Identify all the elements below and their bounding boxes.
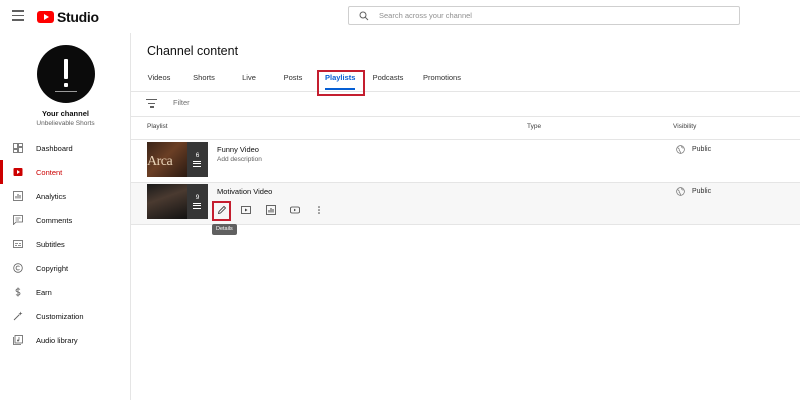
channel-name: Unbelievable Shorts [36,120,95,127]
sidebar-item-label: Copyright [36,263,69,273]
column-type[interactable]: Type [527,123,541,130]
sidebar-item-content[interactable]: Content [0,160,130,184]
tab-live[interactable]: Live [241,68,257,92]
globe-icon [676,145,685,154]
sidebar-item-label: Audio library [36,335,78,345]
sidebar-nav: Dashboard Content Analytics Comments Sub… [0,136,130,352]
youtube-logo-icon [37,11,54,23]
tab-posts[interactable]: Posts [283,68,303,92]
playlist-thumbnail[interactable]: 9 [147,184,208,219]
filter-icon[interactable] [146,99,157,109]
sidebar-item-analytics[interactable]: Analytics [0,184,130,208]
sidebar-item-comments[interactable]: Comments [0,208,130,232]
dollar-icon [12,287,23,298]
sidebar: Your channel Unbelievable Shorts Dashboa… [0,33,131,400]
avatar-caption-mark [55,91,77,92]
table-row[interactable]: Arca 6 Funny Video Add description Publi… [131,141,800,183]
filter-input[interactable] [173,98,473,107]
sidebar-item-label: Customization [36,311,84,321]
logo-text: Studio [57,9,99,25]
visibility-status[interactable]: Public [676,187,711,196]
visibility-label: Public [692,188,712,195]
menu-icon[interactable] [12,10,24,21]
playlist-title[interactable]: Motivation Video [217,187,272,196]
analytics-button[interactable] [264,203,278,217]
youtube-icon [290,206,300,214]
video-count: 9 [195,194,200,201]
thumbnail-image [147,184,187,219]
channel-avatar[interactable] [37,45,95,103]
thumbnail-text: Arca [147,154,173,169]
content-tabs: Videos Shorts Live Posts Playlists Podca… [131,68,800,96]
play-all-button[interactable] [239,203,253,217]
copyright-icon [12,263,23,274]
view-on-youtube-button[interactable] [288,203,302,217]
sidebar-item-copyright[interactable]: Copyright [0,256,130,280]
tab-shorts[interactable]: Shorts [192,68,216,92]
thumbnail-image: Arca [147,142,187,177]
sidebar-item-label: Comments [36,215,73,225]
tab-podcasts[interactable]: Podcasts [372,68,404,92]
analytics-icon [266,205,276,215]
content-icon [12,167,23,178]
playlist-count-overlay: 9 [187,184,208,219]
playlist-icon [193,203,201,209]
studio-logo[interactable]: Studio [37,9,99,25]
top-bar: Studio [0,0,800,33]
dashboard-icon [12,143,23,154]
sidebar-item-label: Analytics [36,191,67,201]
active-tab-indicator [325,88,355,90]
subtitles-icon [12,239,23,250]
table-row[interactable]: 9 Motivation Video Public [131,183,800,225]
sidebar-item-label: Dashboard [36,143,73,153]
avatar-exclamation-dot [64,83,68,87]
column-playlist[interactable]: Playlist [147,123,168,130]
sidebar-item-audio-library[interactable]: Audio library [0,328,130,352]
playlist-count-overlay: 6 [187,142,208,177]
sidebar-item-label: Earn [36,287,52,297]
tab-videos[interactable]: Videos [147,68,171,92]
main-content: Channel content Videos Shorts Live Posts… [131,33,800,400]
playlist-icon [193,161,201,167]
playlist-thumbnail[interactable]: Arca 6 [147,142,208,177]
search-box[interactable] [348,6,740,25]
more-options-button[interactable] [312,203,326,217]
video-count: 6 [195,152,200,159]
search-icon [359,11,369,20]
sidebar-item-label: Content [36,167,63,177]
more-vert-icon [318,206,320,214]
comments-icon [12,215,23,226]
search-input[interactable] [379,11,719,20]
playlist-description[interactable]: Add description [217,156,262,163]
globe-icon [676,187,685,196]
sidebar-item-dashboard[interactable]: Dashboard [0,136,130,160]
playlist-play-icon [241,206,251,214]
sidebar-item-earn[interactable]: Earn [0,280,130,304]
pencil-icon [217,205,227,215]
sidebar-item-subtitles[interactable]: Subtitles [0,232,130,256]
details-button[interactable] [215,203,229,217]
magic-wand-icon [12,311,23,322]
details-tooltip: Details [212,224,237,235]
filter-bar [131,93,800,117]
playlist-title[interactable]: Funny Video [217,145,259,154]
visibility-label: Public [692,146,712,153]
analytics-icon [12,191,23,202]
your-channel-label: Your channel [42,109,89,118]
table-header: Playlist Type Visibility [131,118,800,140]
sidebar-item-customization[interactable]: Customization [0,304,130,328]
tab-promotions[interactable]: Promotions [422,68,462,92]
page-title: Channel content [147,44,239,58]
visibility-status[interactable]: Public [676,145,711,154]
sidebar-item-label: Subtitles [36,239,65,249]
audio-library-icon [12,335,23,346]
avatar-exclamation [64,59,68,79]
column-visibility[interactable]: Visibility [673,123,696,130]
